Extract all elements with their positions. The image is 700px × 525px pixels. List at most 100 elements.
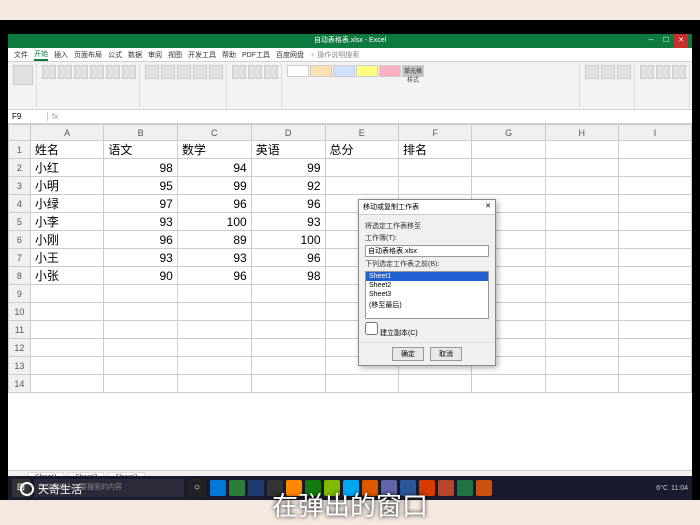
col-header[interactable]: B bbox=[104, 125, 178, 141]
cell[interactable] bbox=[618, 285, 691, 303]
border-icon[interactable] bbox=[90, 65, 104, 79]
cell[interactable] bbox=[251, 339, 325, 357]
cell[interactable] bbox=[545, 231, 618, 249]
cell[interactable]: 90 bbox=[104, 267, 178, 285]
cell[interactable] bbox=[618, 303, 691, 321]
cell[interactable]: 98 bbox=[251, 267, 325, 285]
select-all[interactable] bbox=[9, 125, 31, 141]
cell[interactable]: 小王 bbox=[30, 249, 103, 267]
row-header[interactable]: 8 bbox=[9, 267, 31, 285]
italic-icon[interactable] bbox=[58, 65, 72, 79]
minimize-icon[interactable]: ─ bbox=[644, 34, 658, 48]
cancel-button[interactable]: 取消 bbox=[430, 347, 462, 361]
cell[interactable] bbox=[472, 177, 545, 195]
row-header[interactable]: 12 bbox=[9, 339, 31, 357]
col-header[interactable]: C bbox=[177, 125, 251, 141]
cell[interactable] bbox=[177, 357, 251, 375]
col-header[interactable]: E bbox=[325, 125, 398, 141]
col-header[interactable]: F bbox=[398, 125, 471, 141]
cell[interactable] bbox=[472, 141, 545, 159]
col-header[interactable]: H bbox=[545, 125, 618, 141]
cell[interactable] bbox=[104, 339, 178, 357]
cell[interactable] bbox=[545, 177, 618, 195]
col-header[interactable]: G bbox=[472, 125, 545, 141]
cell[interactable] bbox=[545, 141, 618, 159]
cell[interactable] bbox=[325, 159, 398, 177]
cell[interactable]: 语文 bbox=[104, 141, 178, 159]
cell[interactable] bbox=[618, 249, 691, 267]
cell[interactable] bbox=[104, 357, 178, 375]
sort-icon[interactable] bbox=[656, 65, 670, 79]
cell[interactable] bbox=[325, 375, 398, 393]
tab-公式[interactable]: 公式 bbox=[108, 50, 122, 60]
cell[interactable] bbox=[545, 267, 618, 285]
tab-数据[interactable]: 数据 bbox=[128, 50, 142, 60]
cell[interactable] bbox=[545, 339, 618, 357]
cell[interactable]: 93 bbox=[104, 249, 178, 267]
cell[interactable]: 99 bbox=[177, 177, 251, 195]
format-icon[interactable] bbox=[617, 65, 631, 79]
align-right-icon[interactable] bbox=[177, 65, 191, 79]
cell[interactable]: 96 bbox=[251, 195, 325, 213]
name-box[interactable]: F9 bbox=[8, 112, 48, 121]
cell[interactable] bbox=[251, 357, 325, 375]
cell[interactable] bbox=[545, 285, 618, 303]
cell[interactable] bbox=[251, 285, 325, 303]
cell[interactable] bbox=[104, 321, 178, 339]
fx-icon[interactable]: fx bbox=[48, 112, 58, 121]
row-header[interactable]: 2 bbox=[9, 159, 31, 177]
cell[interactable]: 93 bbox=[251, 213, 325, 231]
maximize-icon[interactable]: ☐ bbox=[659, 34, 673, 48]
cell[interactable] bbox=[398, 177, 471, 195]
tab-视图[interactable]: 视图 bbox=[168, 50, 182, 60]
cell[interactable]: 小李 bbox=[30, 213, 103, 231]
workbook-select[interactable] bbox=[365, 245, 489, 257]
number-format-icon[interactable] bbox=[232, 65, 246, 79]
cell[interactable]: 英语 bbox=[251, 141, 325, 159]
cell[interactable] bbox=[398, 159, 471, 177]
fill-icon[interactable] bbox=[106, 65, 120, 79]
cell[interactable]: 94 bbox=[177, 159, 251, 177]
cell[interactable]: 97 bbox=[104, 195, 178, 213]
list-item[interactable]: Sheet2 bbox=[366, 281, 488, 290]
insert-icon[interactable] bbox=[585, 65, 599, 79]
row-header[interactable]: 14 bbox=[9, 375, 31, 393]
cell[interactable] bbox=[325, 177, 398, 195]
col-header[interactable]: D bbox=[251, 125, 325, 141]
align-left-icon[interactable] bbox=[145, 65, 159, 79]
row-header[interactable]: 5 bbox=[9, 213, 31, 231]
cell[interactable] bbox=[177, 285, 251, 303]
cell[interactable] bbox=[545, 213, 618, 231]
tab-文件[interactable]: 文件 bbox=[14, 50, 28, 60]
cell[interactable]: 小绿 bbox=[30, 195, 103, 213]
tab-开发工具[interactable]: 开发工具 bbox=[188, 50, 216, 60]
cell[interactable]: 95 bbox=[104, 177, 178, 195]
cell[interactable]: 小红 bbox=[30, 159, 103, 177]
cell[interactable] bbox=[30, 303, 103, 321]
cell[interactable] bbox=[545, 303, 618, 321]
find-icon[interactable] bbox=[672, 65, 686, 79]
cell[interactable]: 数学 bbox=[177, 141, 251, 159]
ok-button[interactable]: 确定 bbox=[392, 347, 424, 361]
row-header[interactable]: 1 bbox=[9, 141, 31, 159]
cell[interactable]: 小张 bbox=[30, 267, 103, 285]
cell[interactable] bbox=[177, 339, 251, 357]
align-center-icon[interactable] bbox=[161, 65, 175, 79]
cell[interactable] bbox=[30, 285, 103, 303]
tab-开始[interactable]: 开始 bbox=[34, 49, 48, 61]
cell[interactable] bbox=[618, 159, 691, 177]
list-item[interactable]: Sheet3 bbox=[366, 290, 488, 299]
cell[interactable] bbox=[251, 375, 325, 393]
row-header[interactable]: 7 bbox=[9, 249, 31, 267]
cell[interactable] bbox=[618, 213, 691, 231]
delete-icon[interactable] bbox=[601, 65, 615, 79]
tab-审阅[interactable]: 审阅 bbox=[148, 50, 162, 60]
cell[interactable] bbox=[398, 375, 471, 393]
row-header[interactable]: 11 bbox=[9, 321, 31, 339]
cell[interactable] bbox=[618, 141, 691, 159]
cell[interactable]: 100 bbox=[177, 213, 251, 231]
list-item[interactable]: (移至最后) bbox=[366, 299, 488, 311]
cell[interactable]: 93 bbox=[104, 213, 178, 231]
tab-百度网盘[interactable]: 百度网盘 bbox=[276, 50, 304, 60]
row-header[interactable]: 3 bbox=[9, 177, 31, 195]
